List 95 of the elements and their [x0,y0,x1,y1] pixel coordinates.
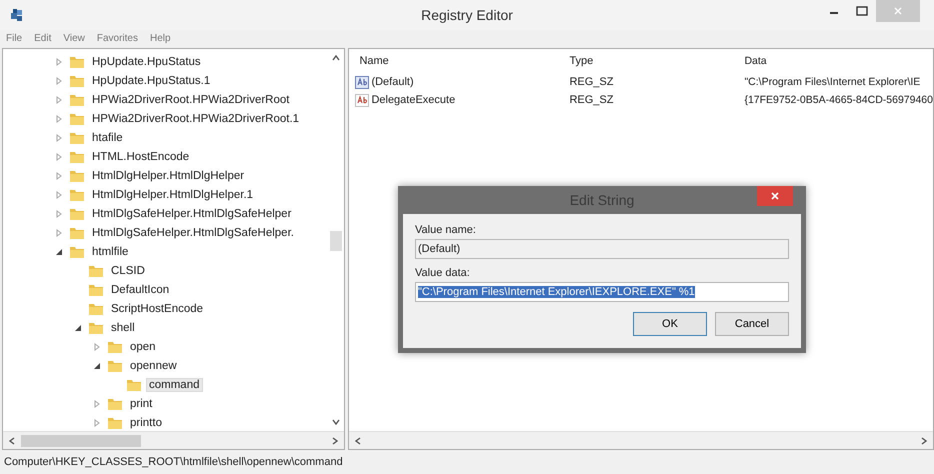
scrollbar-thumb[interactable] [21,434,141,446]
scroll-right-icon[interactable] [921,436,927,444]
tree-item[interactable]: HtmlDlgSafeHelper.HtmlDlgSafeHelper [89,206,294,220]
expand-arrow-icon[interactable] [93,418,101,426]
maximize-icon [856,6,868,16]
tree-item[interactable]: htmlfile [89,244,132,258]
expand-arrow-icon[interactable] [55,190,63,198]
expand-arrow-icon[interactable] [93,342,101,350]
expand-arrow-icon[interactable] [93,400,101,408]
scroll-left-icon[interactable] [9,436,15,444]
value-name[interactable]: DelegateExecute [371,94,456,106]
folder-icon [88,282,104,296]
folder-icon [126,378,142,392]
value-data: {17FE9752-0B5A-4665-84CD-56979460 [743,94,933,106]
folder-icon [107,396,123,410]
menu-item[interactable]: File [6,32,22,44]
value-type: REG_SZ [568,76,614,88]
folder-icon [69,92,85,106]
tree-item[interactable]: HtmlDlgHelper.HtmlDlgHelper [89,168,248,182]
status-path: Computer\HKEY_CLASSES_ROOT\htmlfile\shell\opennew\command [4,456,343,468]
collapse-arrow-icon[interactable] [55,248,63,256]
value-data: "C:\Program Files\Internet Explorer\IE [743,76,922,88]
tree-item[interactable]: open [127,340,159,354]
folder-icon [69,168,85,182]
horizontal-scrollbar[interactable] [3,431,344,449]
close-button[interactable] [757,186,793,206]
folder-icon [88,320,104,334]
scrollbar-thumb[interactable] [330,231,342,251]
tree-item[interactable]: shell [108,320,138,334]
collapse-arrow-icon[interactable] [74,324,82,332]
expand-arrow-icon[interactable] [55,134,63,142]
folder-icon [107,416,123,430]
dialog-button[interactable]: OK [633,312,707,336]
folder-icon [69,112,85,126]
folder-icon [107,358,123,372]
field-label: Value data: [415,267,471,279]
folder-icon [69,74,85,88]
close-icon [771,192,779,200]
menu-item[interactable]: Edit [34,32,52,44]
column-header[interactable]: Type [559,55,734,67]
expand-arrow-icon[interactable] [55,58,63,66]
tree-item[interactable]: ScriptHostEncode [108,302,206,316]
folder-icon [69,188,85,202]
folder-icon [107,340,123,354]
value-name-field[interactable]: (Default) [415,239,789,259]
expand-arrow-icon[interactable] [55,210,63,218]
value-type: REG_SZ [568,94,614,106]
folder-icon [69,244,85,258]
tree-item[interactable]: CLSID [108,264,148,278]
tree-item[interactable]: HPWia2DriverRoot.HPWia2DriverRoot.1 [89,112,302,126]
folder-icon [69,206,85,220]
expand-arrow-icon[interactable] [55,114,63,122]
close-icon [893,6,903,16]
string-value-icon [355,76,370,88]
tree-item[interactable]: HtmlDlgHelper.HtmlDlgHelper.1 [89,188,256,202]
folder-icon [88,302,104,316]
scroll-down-icon[interactable] [332,419,340,425]
registry-icon [9,7,25,23]
tree-item[interactable]: opennew [127,358,180,372]
column-header[interactable]: Data [734,55,933,67]
value-data-field[interactable]: "C:\Program Files\Internet Explorer\IEXPLORE.EXE" %1 [415,282,789,302]
expand-arrow-icon[interactable] [55,96,63,104]
menu-item[interactable]: View [63,32,85,44]
horizontal-scrollbar[interactable] [349,431,933,449]
folder-icon [69,130,85,144]
tree-item[interactable]: htafile [89,130,126,144]
folder-icon [88,264,104,278]
tree-item[interactable]: HtmlDlgSafeHelper.HtmlDlgSafeHelper. [89,226,297,240]
window-title: Registry Editor [421,7,513,23]
field-label: Value name: [415,224,477,236]
collapse-arrow-icon[interactable] [93,362,101,370]
tree-item[interactable]: HpUpdate.HpuStatus [89,54,204,68]
scroll-left-icon[interactable] [355,436,362,444]
folder-icon [69,150,85,164]
tree-item[interactable]: DefaultIcon [108,282,172,296]
expand-arrow-icon[interactable] [55,152,63,160]
scroll-up-icon[interactable] [332,55,340,61]
column-header[interactable]: Name [349,55,560,67]
expand-arrow-icon[interactable] [55,228,63,236]
tree-item[interactable]: command [146,378,202,392]
tree-item[interactable]: HpUpdate.HpuStatus.1 [89,74,214,88]
string-value-icon [355,94,370,106]
scroll-right-icon[interactable] [332,436,338,444]
tree-item[interactable]: printto [127,416,165,430]
dialog-button[interactable]: Cancel [715,312,789,336]
tree-item[interactable]: HPWia2DriverRoot.HPWia2DriverRoot [89,92,292,106]
value-name[interactable]: (Default) [371,76,414,88]
tree-item[interactable]: print [127,396,156,410]
expand-arrow-icon[interactable] [55,76,63,84]
tree-item[interactable]: HTML.HostEncode [89,150,192,164]
menu-item[interactable]: Help [150,32,171,44]
expand-arrow-icon[interactable] [55,172,63,180]
folder-icon [69,226,85,240]
menu-item[interactable]: Favorites [96,32,138,44]
folder-icon [69,54,85,68]
